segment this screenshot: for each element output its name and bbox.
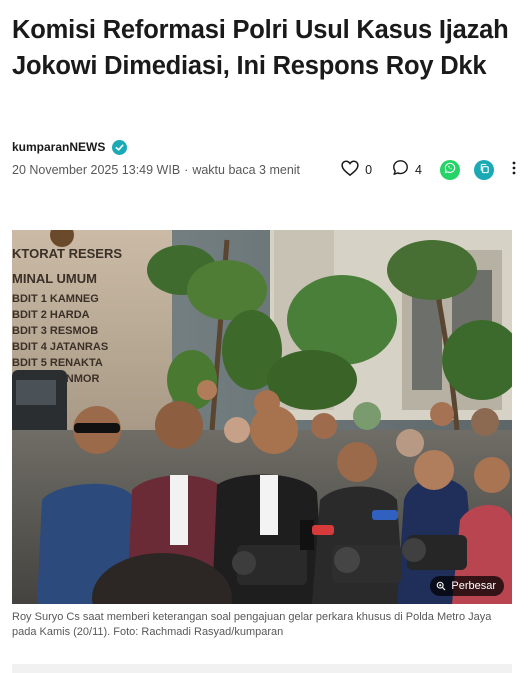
zoom-label: Perbesar xyxy=(451,580,496,592)
sign-line-7: BDIT 5 RENAKTA xyxy=(12,357,103,369)
article-actions: 0 4 xyxy=(341,158,516,182)
comment-count: 4 xyxy=(415,163,422,177)
like-count: 0 xyxy=(365,163,373,177)
verified-badge-icon xyxy=(112,139,128,155)
publisher-name[interactable]: kumparanNEWS xyxy=(12,140,105,154)
copy-link-button[interactable] xyxy=(474,160,494,180)
sign-line-6: BDIT 4 JATANRAS xyxy=(12,341,108,353)
sign-line-1: KTORAT RESERS xyxy=(12,246,122,261)
whatsapp-icon xyxy=(444,161,456,179)
zoom-photo-button[interactable]: Perbesar xyxy=(430,576,504,596)
sign-line-5: BDIT 3 RESMOB xyxy=(12,325,98,337)
comment-button[interactable]: 4 xyxy=(392,159,422,181)
sign-line-3: BDIT 1 KAMNEG xyxy=(12,293,99,305)
more-options-button[interactable] xyxy=(512,161,516,180)
share-whatsapp-button[interactable] xyxy=(440,160,460,180)
byline: kumparanNEWS xyxy=(12,138,128,156)
heart-icon xyxy=(341,159,359,181)
photo-caption: Roy Suryo Cs saat memberi keterangan soa… xyxy=(12,611,492,638)
like-button[interactable]: 0 xyxy=(341,159,373,181)
meta-separator: · xyxy=(184,163,189,177)
article-headline: Komisi Reformasi Polri Usul Kasus Ijazah… xyxy=(12,16,509,80)
zoom-in-icon xyxy=(436,581,446,591)
copy-link-icon xyxy=(479,161,490,179)
article-photo[interactable]: KTORAT RESERS MINAL UMUM BDIT 1 KAMNEG B… xyxy=(12,230,512,604)
more-vertical-icon xyxy=(512,161,516,180)
comment-icon xyxy=(392,159,409,181)
reading-time: waktu baca 3 menit xyxy=(192,163,301,177)
section-divider xyxy=(12,664,512,673)
press-crowd-photo: KTORAT RESERS MINAL UMUM BDIT 1 KAMNEG B… xyxy=(12,230,512,604)
sign-line-2: MINAL UMUM xyxy=(12,271,97,286)
sign-line-4: BDIT 2 HARDA xyxy=(12,309,90,321)
publish-date: 20 November 2025 13:49 WIB xyxy=(12,163,181,177)
